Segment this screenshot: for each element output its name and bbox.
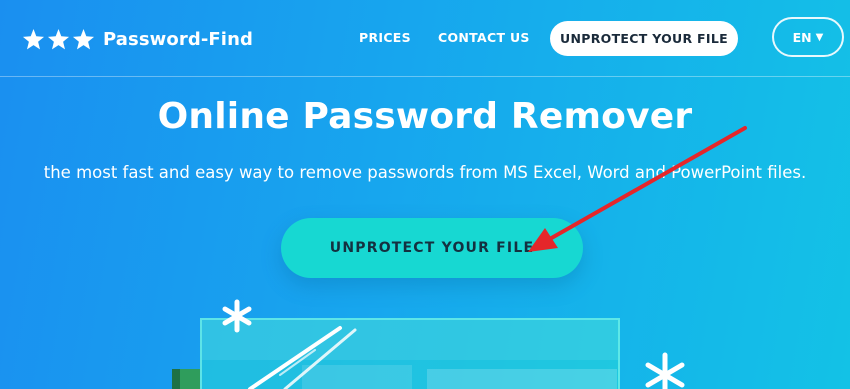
main-unprotect-button[interactable]: UNPROTECT YOUR FILE [281, 218, 583, 278]
header-unprotect-button[interactable]: UNPROTECT YOUR FILE [550, 21, 738, 56]
logo[interactable]: Password-Find [22, 26, 253, 52]
preview-panel-secondary [427, 369, 617, 389]
page-title: Online Password Remover [157, 96, 693, 137]
nav-contact-link[interactable]: CONTACT US [438, 30, 530, 45]
page-subtitle: the most fast and easy way to remove pas… [43, 163, 807, 182]
logo-text: Password-Find [103, 28, 253, 50]
main-unprotect-label: UNPROTECT YOUR FILE [329, 240, 535, 256]
sparkle-right-icon [645, 352, 685, 389]
excel-icon [172, 369, 200, 389]
top-navigation: Password-Find PRICES CONTACT US UNPROTEC… [0, 0, 850, 77]
header-unprotect-label: UNPROTECT YOUR FILE [560, 31, 728, 46]
language-selector[interactable]: EN ▼ [772, 17, 844, 57]
light-streak-decoration [248, 326, 357, 389]
three-stars-icon [22, 28, 95, 51]
caret-down-icon: ▼ [815, 31, 824, 43]
nav-prices-link[interactable]: PRICES [359, 30, 411, 45]
language-label: EN [792, 29, 812, 45]
